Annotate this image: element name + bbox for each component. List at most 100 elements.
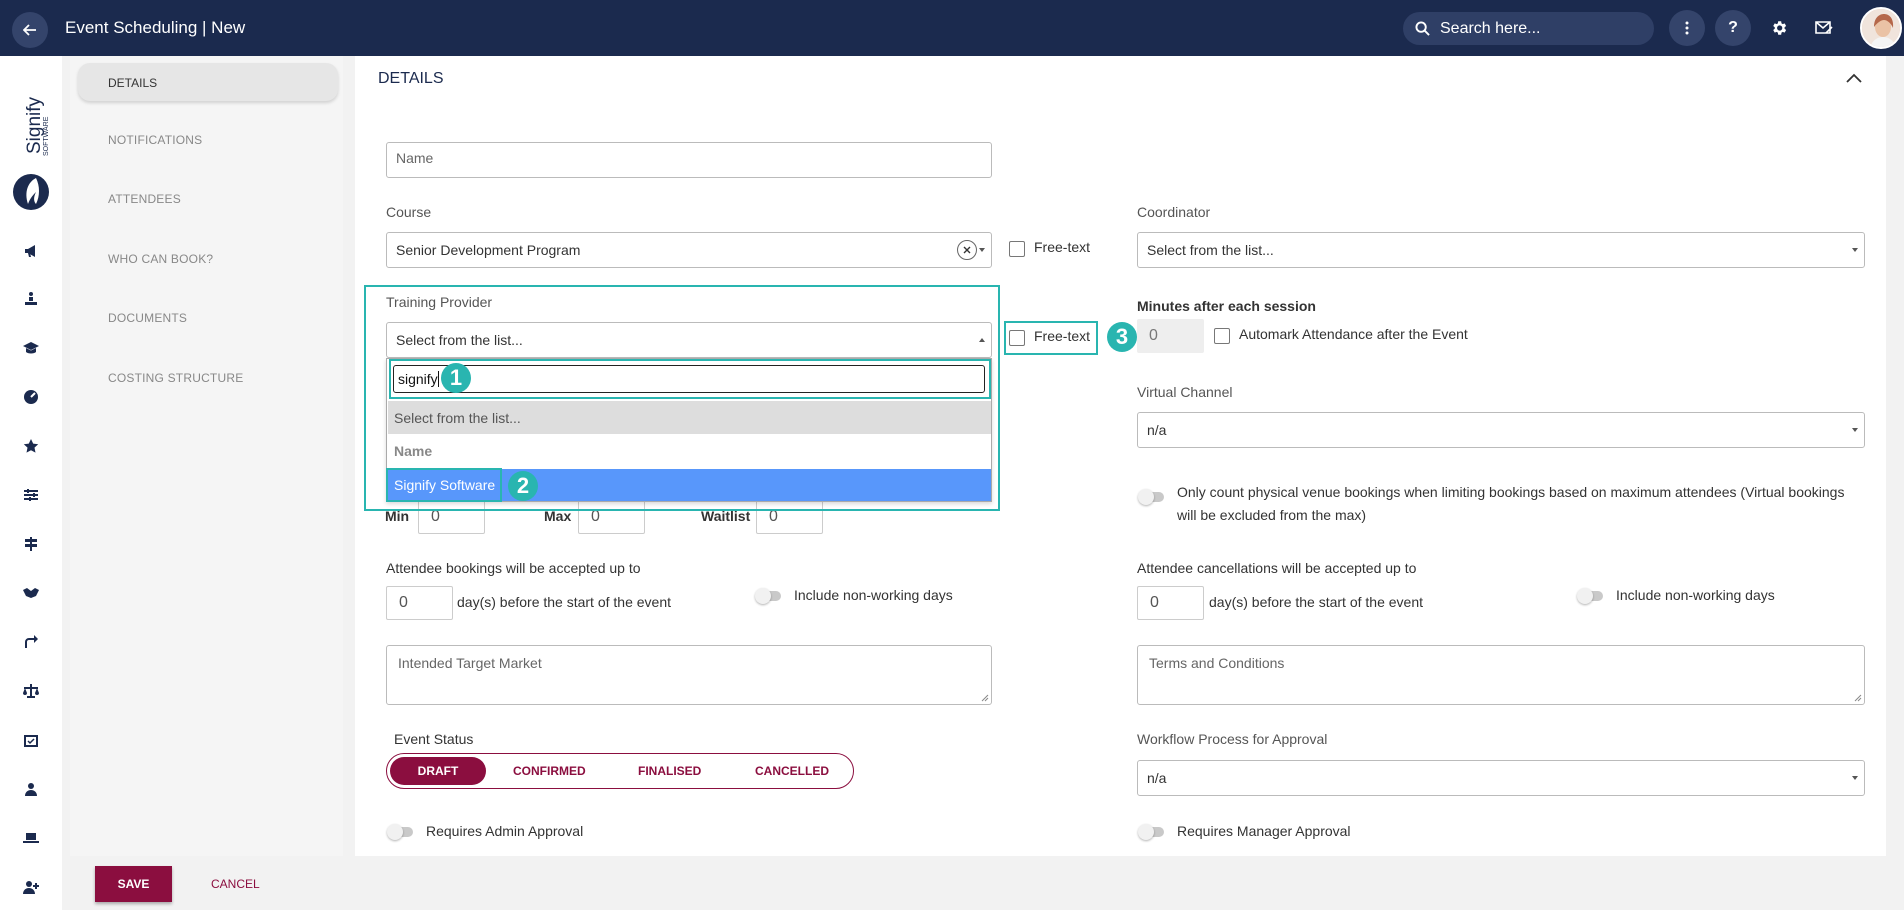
- section-nav-item-costing-structure[interactable]: COSTING STRUCTURE: [108, 371, 243, 385]
- gear-icon: [1773, 21, 1787, 35]
- page-title: Event Scheduling | New: [65, 18, 246, 37]
- terms-textarea[interactable]: Terms and Conditions: [1137, 645, 1865, 705]
- status-cancelled[interactable]: CANCELLED: [755, 764, 829, 778]
- chevron-up-icon[interactable]: [1844, 70, 1864, 86]
- svg-text:Signify: Signify: [24, 96, 45, 154]
- bookings-non-working-toggle[interactable]: [755, 588, 785, 604]
- status-draft[interactable]: DRAFT: [390, 757, 486, 785]
- target-market-textarea[interactable]: Intended Target Market: [386, 645, 992, 705]
- workflow-label: Workflow Process for Approval: [1137, 731, 1328, 747]
- section-nav-item-details[interactable]: DETAILS: [78, 63, 338, 101]
- bookings-label: Attendee bookings will be accepted up to: [386, 560, 641, 576]
- search-box[interactable]: [1403, 12, 1654, 45]
- physical-venue-label: Only count physical venue bookings when …: [1177, 484, 1845, 523]
- messages-button[interactable]: [1812, 16, 1836, 40]
- section-nav-item-documents[interactable]: DOCUMENTS: [108, 311, 187, 325]
- avatar[interactable]: [1860, 7, 1902, 49]
- annotation-highlight-free-text: [1004, 321, 1098, 355]
- more-vertical-icon: [1685, 21, 1689, 35]
- target-market-placeholder: Intended Target Market: [398, 655, 542, 671]
- admin-approval-label: Requires Admin Approval: [426, 823, 584, 839]
- chevron-down-icon: [1852, 776, 1858, 780]
- chevron-down-icon: [979, 248, 985, 252]
- section-nav-item-attendees[interactable]: ATTENDEES: [108, 192, 181, 206]
- status-finalised[interactable]: FINALISED: [638, 764, 701, 778]
- minutes-label: Minutes after each session: [1137, 298, 1316, 314]
- chevron-down-icon: [1852, 428, 1858, 432]
- section-title: DETAILS: [378, 70, 444, 87]
- annotation-highlight-option: [386, 468, 502, 502]
- annotation-highlight-search: [389, 359, 991, 399]
- more-options-button[interactable]: [1669, 10, 1705, 46]
- terms-placeholder: Terms and Conditions: [1149, 655, 1285, 671]
- search-input[interactable]: [1440, 19, 1640, 38]
- calendar-check-icon[interactable]: [21, 730, 41, 750]
- manager-approval-label: Requires Manager Approval: [1177, 823, 1351, 839]
- star-icon[interactable]: [21, 436, 41, 456]
- back-button[interactable]: [12, 12, 48, 48]
- svg-text:SOFTWARE: SOFTWARE: [43, 116, 50, 156]
- coordinator-placeholder: Select from the list...: [1147, 242, 1274, 258]
- cancellations-non-working-label: Include non-working days: [1616, 587, 1775, 603]
- search-icon: [1415, 21, 1430, 36]
- manager-approval-toggle[interactable]: [1138, 824, 1168, 840]
- cancel-button[interactable]: CANCEL: [211, 877, 260, 891]
- virtual-channel-label: Virtual Channel: [1137, 384, 1233, 400]
- dashboard-gauge-icon[interactable]: [21, 387, 41, 407]
- megaphone-icon[interactable]: [21, 241, 41, 261]
- signify-logo: Signify SOFTWARE: [12, 86, 52, 256]
- signpost-icon[interactable]: [21, 534, 41, 554]
- graduation-cap-icon[interactable]: [21, 338, 41, 358]
- event-status-label: Event Status: [394, 731, 474, 747]
- status-confirmed[interactable]: CONFIRMED: [513, 764, 586, 778]
- cancellations-days-input[interactable]: 0: [1137, 586, 1204, 620]
- scale-balance-icon[interactable]: [21, 681, 41, 701]
- clear-icon[interactable]: [957, 240, 977, 260]
- minutes-input[interactable]: 0: [1137, 319, 1204, 353]
- workflow-value: n/a: [1147, 770, 1167, 786]
- person-podium-icon[interactable]: [21, 289, 41, 309]
- laptop-icon[interactable]: [21, 828, 41, 848]
- annotation-badge-1: 1: [441, 363, 471, 393]
- settings-button[interactable]: [1767, 16, 1791, 40]
- automark-checkbox[interactable]: [1214, 328, 1230, 344]
- virtual-channel-select[interactable]: n/a: [1137, 412, 1865, 448]
- save-button[interactable]: SAVE: [95, 866, 172, 902]
- automark-label: Automark Attendance after the Event: [1239, 326, 1468, 342]
- name-placeholder: Name: [396, 150, 434, 166]
- admin-approval-toggle[interactable]: [387, 824, 417, 840]
- resize-grip-icon[interactable]: [1854, 694, 1862, 702]
- resize-grip-icon[interactable]: [981, 694, 989, 702]
- course-free-text-label: Free-text: [1034, 239, 1091, 255]
- annotation-badge-2: 2: [508, 471, 538, 501]
- annotation-badge-3: 3: [1107, 322, 1137, 352]
- section-nav-label: DETAILS: [108, 76, 158, 90]
- sliders-icon[interactable]: [21, 485, 41, 505]
- chevron-down-icon: [1852, 248, 1858, 252]
- workflow-select[interactable]: n/a: [1137, 760, 1865, 796]
- user-badge-icon[interactable]: [21, 779, 41, 799]
- section-nav-item-who-can-book[interactable]: WHO CAN BOOK?: [108, 252, 213, 266]
- virtual-channel-value: n/a: [1147, 422, 1167, 438]
- help-button[interactable]: ?: [1715, 10, 1751, 46]
- handshake-icon[interactable]: [21, 583, 41, 603]
- mail-icon: [1815, 21, 1833, 34]
- add-user-icon[interactable]: [21, 877, 41, 897]
- bookings-suffix: day(s) before the start of the event: [457, 594, 672, 610]
- course-select[interactable]: Senior Development Program: [386, 232, 992, 268]
- route-arrow-icon[interactable]: [21, 632, 41, 652]
- coordinator-select[interactable]: Select from the list...: [1137, 232, 1865, 268]
- bookings-non-working-label: Include non-working days: [794, 587, 953, 603]
- course-free-text-checkbox[interactable]: [1009, 241, 1025, 257]
- top-bar: Event Scheduling | New ?: [0, 0, 1904, 56]
- physical-venue-toggle[interactable]: [1138, 489, 1168, 505]
- user-photo-icon: [1862, 9, 1900, 47]
- icon-sidebar: Signify SOFTWARE: [0, 56, 62, 910]
- question-icon: ?: [1728, 19, 1738, 36]
- coordinator-label: Coordinator: [1137, 204, 1211, 220]
- bookings-days-input[interactable]: 0: [386, 586, 453, 620]
- section-nav-item-notifications[interactable]: NOTIFICATIONS: [108, 133, 202, 147]
- name-input[interactable]: Name: [386, 142, 992, 178]
- event-status-selector: DRAFT CONFIRMED FINALISED CANCELLED: [386, 753, 854, 789]
- cancellations-non-working-toggle[interactable]: [1577, 588, 1607, 604]
